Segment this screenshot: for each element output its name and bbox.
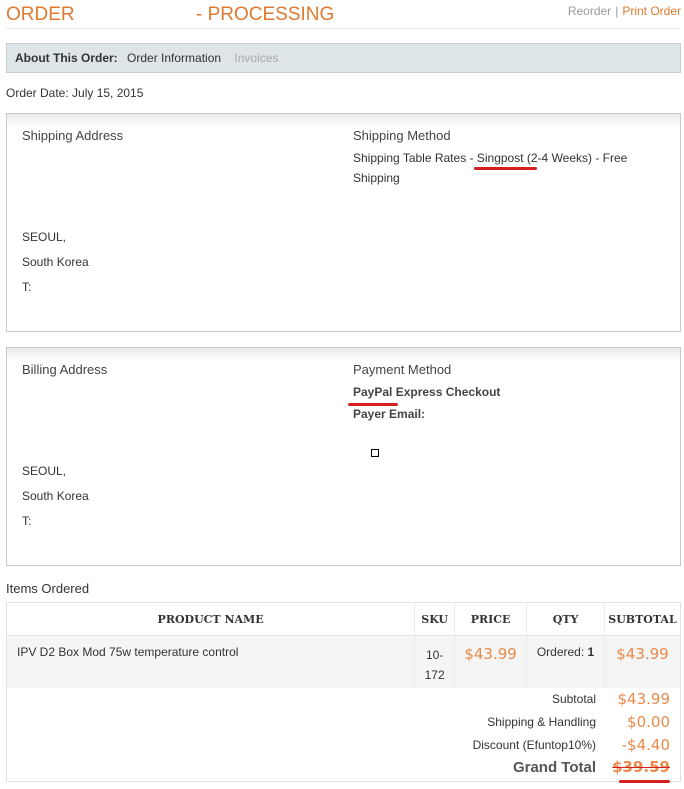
shipping-handling-value: $0.00 bbox=[627, 713, 670, 731]
header-divider bbox=[6, 28, 681, 29]
table-header-row: PRODUCT NAME SKU PRICE QTY SUBTOTAL bbox=[5, 602, 682, 636]
grand-total-label: Grand Total bbox=[512, 759, 596, 776]
billing-address-heading: Billing Address bbox=[22, 362, 108, 377]
sku-line: 172 bbox=[424, 668, 445, 682]
print-order-link[interactable]: Print Order bbox=[622, 4, 681, 18]
grand-total-value: $39.59 bbox=[612, 758, 670, 776]
payment-method-heading: Payment Method bbox=[353, 362, 452, 377]
product-price: $43.99 bbox=[464, 645, 517, 663]
column-header-qty: QTY bbox=[526, 602, 605, 636]
column-header-price: PRICE bbox=[454, 602, 527, 636]
shipping-address-phone: T: bbox=[22, 280, 32, 294]
shipping-address-country: South Korea bbox=[22, 255, 89, 269]
shipping-address-city: SEOUL, bbox=[22, 230, 67, 244]
qty-value: 1 bbox=[587, 645, 595, 659]
tab-invoices[interactable]: Invoices bbox=[234, 51, 278, 65]
annotation-underline bbox=[619, 780, 670, 783]
order-status: - PROCESSING bbox=[196, 4, 335, 25]
box-header-shade bbox=[7, 348, 680, 362]
order-date: Order Date: July 15, 2015 bbox=[6, 86, 144, 100]
annotation-underline bbox=[348, 403, 398, 406]
sku-line: 10- bbox=[425, 648, 444, 662]
product-subtotal-cell: $43.99 bbox=[603, 635, 682, 688]
qty-label: Ordered: bbox=[536, 645, 585, 659]
about-label: About This Order: bbox=[15, 51, 118, 65]
product-name: IPV D2 Box Mod 75w temperature control bbox=[5, 635, 415, 688]
link-separator: | bbox=[615, 4, 619, 18]
box-header-shade bbox=[7, 114, 680, 128]
column-header-sku: SKU bbox=[414, 602, 455, 636]
product-subtotal: $43.99 bbox=[616, 645, 669, 663]
payment-method-value: PayPal Express Checkout bbox=[353, 385, 501, 399]
discount-label: Discount (Efuntop10%) bbox=[472, 738, 596, 752]
page-title: ORDER bbox=[6, 4, 75, 25]
subtotal-label: Subtotal bbox=[551, 692, 596, 706]
order-actions: Reorder | Print Order bbox=[568, 4, 681, 18]
product-price-cell: $43.99 bbox=[454, 635, 527, 688]
subtotal-value: $43.99 bbox=[617, 690, 671, 708]
column-header-subtotal: SUBTOTAL bbox=[603, 602, 682, 636]
billing-box: Billing Address SEOUL, South Korea T: Pa… bbox=[6, 347, 681, 566]
billing-address-country: South Korea bbox=[22, 489, 89, 503]
cursor-marker bbox=[371, 449, 379, 457]
reorder-link[interactable]: Reorder bbox=[568, 4, 611, 18]
items-table: PRODUCT NAME SKU PRICE QTY SUBTOTAL IPV … bbox=[5, 602, 682, 688]
billing-address-city: SEOUL, bbox=[22, 464, 67, 478]
totals-row-shipping: Shipping & Handling $0.00 bbox=[7, 713, 682, 735]
shipping-method-line: Shipping Table Rates - Singpost (2-4 Wee… bbox=[353, 151, 628, 165]
billing-address-phone: T: bbox=[22, 514, 32, 528]
items-ordered-heading: Items Ordered bbox=[6, 581, 90, 596]
totals-row-subtotal: Subtotal $43.99 bbox=[7, 690, 682, 712]
product-sku: 10- 172 bbox=[414, 635, 455, 688]
totals-row-grand-total: Grand Total $39.59 bbox=[7, 758, 682, 780]
shipping-method-line: Shipping bbox=[353, 171, 400, 185]
totals-row-discount: Discount (Efuntop10%) -$4.40 bbox=[7, 736, 682, 758]
discount-value: -$4.40 bbox=[621, 736, 670, 754]
annotation-underline bbox=[474, 167, 537, 170]
payer-email-label: Payer Email: bbox=[353, 407, 426, 421]
shipping-address-heading: Shipping Address bbox=[22, 128, 124, 143]
order-totals: Subtotal $43.99 Shipping & Handling $0.0… bbox=[6, 688, 681, 782]
shipping-handling-label: Shipping & Handling bbox=[487, 715, 596, 729]
page-header: ORDER - PROCESSING Reorder | Print Order bbox=[6, 4, 681, 28]
tab-order-information: Order Information bbox=[127, 51, 222, 65]
shipping-box: Shipping Address SEOUL, South Korea T: S… bbox=[6, 113, 681, 332]
product-qty: Ordered: 1 bbox=[526, 635, 605, 688]
table-row: IPV D2 Box Mod 75w temperature control 1… bbox=[5, 635, 682, 688]
shipping-method-heading: Shipping Method bbox=[353, 128, 451, 143]
about-order-bar: About This Order: Order Information Invo… bbox=[6, 43, 681, 73]
column-header-product-name: PRODUCT NAME bbox=[5, 602, 415, 636]
